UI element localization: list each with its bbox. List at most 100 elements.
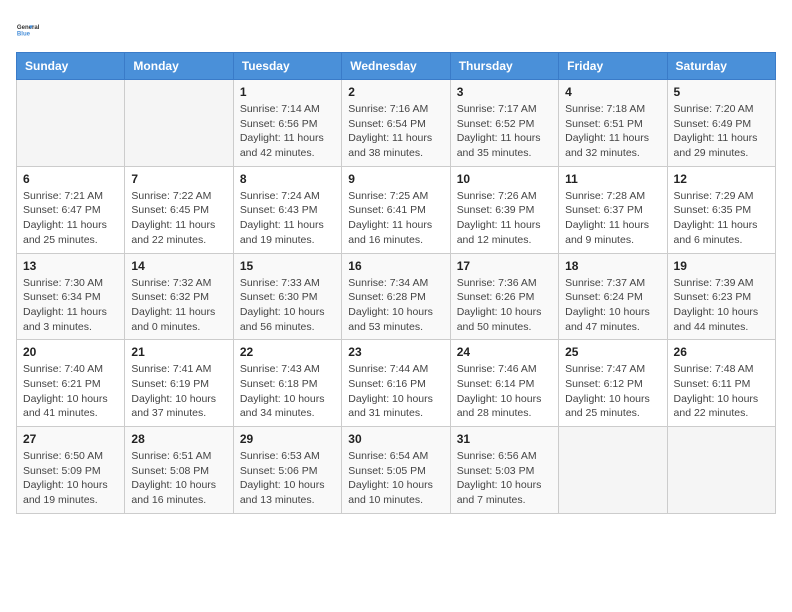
weekday-header-thursday: Thursday [450, 53, 558, 80]
day-number: 16 [348, 259, 443, 273]
day-cell: 15 Sunrise: 7:33 AMSunset: 6:30 PMDayligh… [233, 253, 341, 340]
weekday-header-row: SundayMondayTuesdayWednesdayThursdayFrid… [17, 53, 776, 80]
day-number: 9 [348, 172, 443, 186]
day-number: 12 [674, 172, 769, 186]
day-cell: 25Sunrise: 7:47 AMSunset: 6:12 PMDayligh… [559, 340, 667, 427]
weekday-header-tuesday: Tuesday [233, 53, 341, 80]
day-number: 1 [240, 85, 335, 99]
day-number: 3 [457, 85, 552, 99]
day-info: Sunrise: 7:18 AMSunset: 6:51 PMDaylight:… [565, 102, 660, 161]
day-number: 4 [565, 85, 660, 99]
day-info: Sunrise: 6:56 AMSunset: 5:03 PMDaylight:… [457, 449, 552, 508]
day-info: Sunrise: 7:29 AMSunset: 6:35 PMDaylight:… [674, 189, 769, 248]
weekday-header-friday: Friday [559, 53, 667, 80]
day-number: 27 [23, 432, 118, 446]
day-cell: 4 Sunrise: 7:18 AMSunset: 6:51 PMDaylight… [559, 80, 667, 167]
day-cell: 30 Sunrise: 6:54 AMSunset: 5:05 PMDayligh… [342, 427, 450, 514]
day-info: Sunrise: 7:16 AMSunset: 6:54 PMDaylight:… [348, 102, 443, 161]
day-info: Sunrise: 6:50 AMSunset: 5:09 PMDaylight:… [23, 449, 118, 508]
logo: General Blue [16, 16, 44, 44]
day-number: 21 [131, 345, 226, 359]
logo-icon: General Blue [16, 16, 44, 44]
week-row-1: 1 Sunrise: 7:14 AMSunset: 6:56 PMDaylight… [17, 80, 776, 167]
day-number: 13 [23, 259, 118, 273]
day-cell: 24 Sunrise: 7:46 AMSunset: 6:14 PMDayligh… [450, 340, 558, 427]
day-cell: 8 Sunrise: 7:24 AMSunset: 6:43 PMDaylight… [233, 166, 341, 253]
day-number: 18 [565, 259, 660, 273]
day-cell: 19Sunrise: 7:39 AMSunset: 6:23 PMDayligh… [667, 253, 775, 340]
weekday-header-saturday: Saturday [667, 53, 775, 80]
day-number: 29 [240, 432, 335, 446]
day-info: Sunrise: 7:46 AMSunset: 6:14 PMDaylight:… [457, 362, 552, 421]
week-row-3: 13 Sunrise: 7:30 AMSunset: 6:34 PMDayligh… [17, 253, 776, 340]
day-number: 20 [23, 345, 118, 359]
day-number: 17 [457, 259, 552, 273]
day-cell: 18 Sunrise: 7:37 AMSunset: 6:24 PMDayligh… [559, 253, 667, 340]
day-info: Sunrise: 7:14 AMSunset: 6:56 PMDaylight:… [240, 102, 335, 161]
day-cell [125, 80, 233, 167]
day-cell: 26 Sunrise: 7:48 AMSunset: 6:11 PMDayligh… [667, 340, 775, 427]
day-cell: 17Sunrise: 7:36 AMSunset: 6:26 PMDayligh… [450, 253, 558, 340]
day-info: Sunrise: 7:40 AMSunset: 6:21 PMDaylight:… [23, 362, 118, 421]
day-cell: 1 Sunrise: 7:14 AMSunset: 6:56 PMDaylight… [233, 80, 341, 167]
day-info: Sunrise: 7:32 AMSunset: 6:32 PMDaylight:… [131, 276, 226, 335]
day-info: Sunrise: 7:25 AMSunset: 6:41 PMDaylight:… [348, 189, 443, 248]
day-cell: 31 Sunrise: 6:56 AMSunset: 5:03 PMDayligh… [450, 427, 558, 514]
svg-text:Blue: Blue [17, 32, 31, 38]
week-row-5: 27 Sunrise: 6:50 AMSunset: 5:09 PMDayligh… [17, 427, 776, 514]
day-cell: 23Sunrise: 7:44 AMSunset: 6:16 PMDayligh… [342, 340, 450, 427]
day-number: 10 [457, 172, 552, 186]
day-number: 31 [457, 432, 552, 446]
day-info: Sunrise: 7:26 AMSunset: 6:39 PMDaylight:… [457, 189, 552, 248]
day-info: Sunrise: 7:28 AMSunset: 6:37 PMDaylight:… [565, 189, 660, 248]
day-info: Sunrise: 7:34 AMSunset: 6:28 PMDaylight:… [348, 276, 443, 335]
day-number: 28 [131, 432, 226, 446]
day-number: 19 [674, 259, 769, 273]
day-info: Sunrise: 6:53 AMSunset: 5:06 PMDaylight:… [240, 449, 335, 508]
week-row-2: 6Sunrise: 7:21 AMSunset: 6:47 PMDaylight… [17, 166, 776, 253]
day-number: 8 [240, 172, 335, 186]
page-header: General Blue [16, 16, 776, 44]
day-cell: 21Sunrise: 7:41 AMSunset: 6:19 PMDayligh… [125, 340, 233, 427]
day-info: Sunrise: 6:54 AMSunset: 5:05 PMDaylight:… [348, 449, 443, 508]
day-cell: 12 Sunrise: 7:29 AMSunset: 6:35 PMDayligh… [667, 166, 775, 253]
day-info: Sunrise: 7:24 AMSunset: 6:43 PMDaylight:… [240, 189, 335, 248]
day-info: Sunrise: 7:33 AMSunset: 6:30 PMDaylight:… [240, 276, 335, 335]
day-number: 2 [348, 85, 443, 99]
day-cell: 9 Sunrise: 7:25 AMSunset: 6:41 PMDaylight… [342, 166, 450, 253]
day-number: 6 [23, 172, 118, 186]
day-number: 26 [674, 345, 769, 359]
day-info: Sunrise: 6:51 AMSunset: 5:08 PMDaylight:… [131, 449, 226, 508]
day-number: 14 [131, 259, 226, 273]
day-info: Sunrise: 7:22 AMSunset: 6:45 PMDaylight:… [131, 189, 226, 248]
day-cell: 14 Sunrise: 7:32 AMSunset: 6:32 PMDayligh… [125, 253, 233, 340]
day-cell: 29 Sunrise: 6:53 AMSunset: 5:06 PMDayligh… [233, 427, 341, 514]
day-number: 5 [674, 85, 769, 99]
day-cell: 10 Sunrise: 7:26 AMSunset: 6:39 PMDayligh… [450, 166, 558, 253]
day-number: 24 [457, 345, 552, 359]
day-cell: 11 Sunrise: 7:28 AMSunset: 6:37 PMDayligh… [559, 166, 667, 253]
day-info: Sunrise: 7:30 AMSunset: 6:34 PMDaylight:… [23, 276, 118, 335]
day-number: 11 [565, 172, 660, 186]
weekday-header-sunday: Sunday [17, 53, 125, 80]
day-cell: 20 Sunrise: 7:40 AMSunset: 6:21 PMDayligh… [17, 340, 125, 427]
day-cell: 7Sunrise: 7:22 AMSunset: 6:45 PMDaylight… [125, 166, 233, 253]
day-info: Sunrise: 7:20 AMSunset: 6:49 PMDaylight:… [674, 102, 769, 161]
day-info: Sunrise: 7:47 AMSunset: 6:12 PMDaylight:… [565, 362, 660, 421]
day-cell [559, 427, 667, 514]
day-cell: 2 Sunrise: 7:16 AMSunset: 6:54 PMDaylight… [342, 80, 450, 167]
day-info: Sunrise: 7:43 AMSunset: 6:18 PMDaylight:… [240, 362, 335, 421]
weekday-header-wednesday: Wednesday [342, 53, 450, 80]
day-cell: 27 Sunrise: 6:50 AMSunset: 5:09 PMDayligh… [17, 427, 125, 514]
day-number: 30 [348, 432, 443, 446]
day-number: 15 [240, 259, 335, 273]
week-row-4: 20 Sunrise: 7:40 AMSunset: 6:21 PMDayligh… [17, 340, 776, 427]
svg-text:General: General [17, 25, 40, 31]
day-cell: 22Sunrise: 7:43 AMSunset: 6:18 PMDayligh… [233, 340, 341, 427]
calendar-table: SundayMondayTuesdayWednesdayThursdayFrid… [16, 52, 776, 514]
day-info: Sunrise: 7:48 AMSunset: 6:11 PMDaylight:… [674, 362, 769, 421]
day-number: 23 [348, 345, 443, 359]
day-cell [17, 80, 125, 167]
day-cell [667, 427, 775, 514]
day-info: Sunrise: 7:37 AMSunset: 6:24 PMDaylight:… [565, 276, 660, 335]
